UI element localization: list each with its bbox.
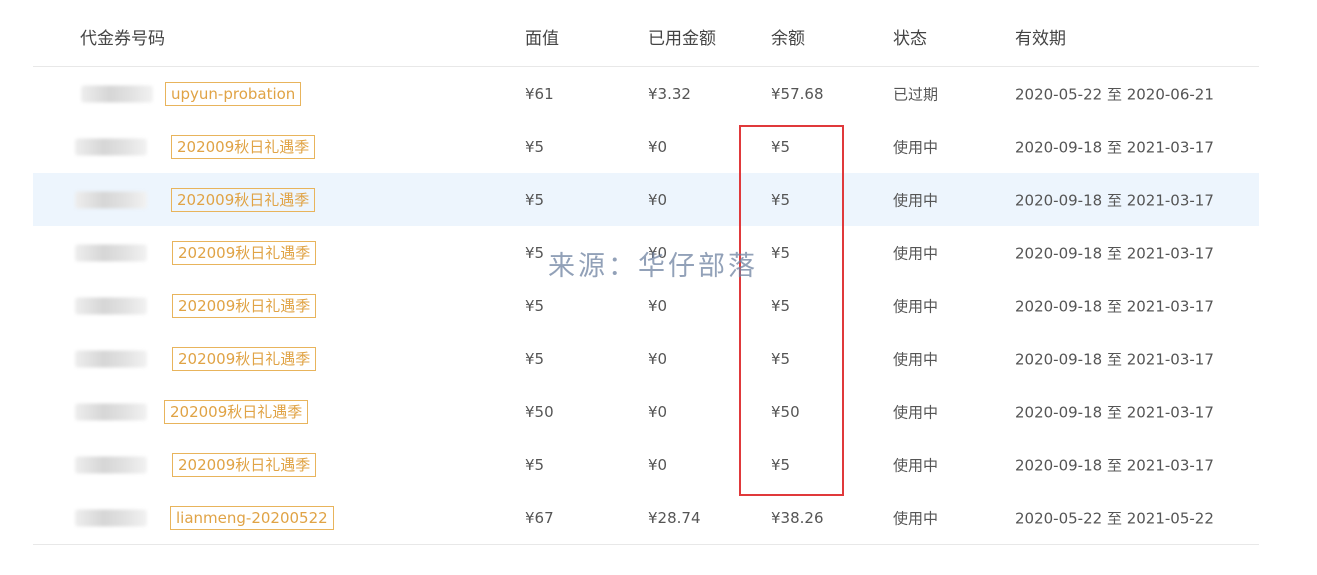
column-header-face-value: 面值 (525, 29, 559, 49)
status-cell: 使用中 (893, 244, 939, 262)
table-row: 202009秋日礼遇季 ¥5 ¥0 ¥5 使用中 2020-09-18 至 2021-03… (33, 332, 1259, 385)
validity-cell: 2020-09-18 至 2021-03-17 (1015, 244, 1214, 262)
face-value-cell: ¥5 (525, 296, 545, 315)
validity-cell: 2020-09-18 至 2021-03-17 (1015, 403, 1214, 421)
face-value-cell: ¥50 (525, 402, 554, 421)
balance-cell: ¥5 (771, 190, 791, 209)
face-value-cell: ¥5 (525, 349, 545, 368)
voucher-code-redacted (75, 456, 147, 473)
status-cell: 已过期 (893, 85, 939, 103)
validity-cell: 2020-09-18 至 2021-03-17 (1015, 456, 1214, 474)
voucher-page: 代金券号码 面值 已用金额 余额 状态 有效期 upyun-probation ¥… (0, 0, 1317, 575)
balance-cell: ¥5 (771, 137, 791, 156)
voucher-code-redacted (81, 85, 153, 102)
balance-cell: ¥50 (771, 402, 800, 421)
voucher-tag: lianmeng-20200522 (170, 505, 334, 530)
voucher-tag: upyun-probation (165, 81, 302, 106)
table-row: 202009秋日礼遇季 ¥5 ¥0 ¥5 使用中 2020-09-18 至 2021-03… (33, 226, 1259, 279)
face-value-cell: ¥5 (525, 137, 545, 156)
used-amount-cell: ¥0 (648, 137, 668, 156)
used-amount-cell: ¥0 (648, 296, 668, 315)
face-value-cell: ¥61 (525, 84, 554, 103)
table-row: upyun-probation ¥61 ¥3.32 ¥57.68 已过期 2020-05-… (33, 67, 1259, 120)
table-header: 代金券号码 面值 已用金额 余额 状态 有效期 (33, 0, 1259, 67)
voucher-code-redacted (75, 191, 147, 208)
voucher-code-redacted (75, 244, 147, 261)
validity-cell: 2020-05-22 至 2020-06-21 (1015, 85, 1214, 103)
voucher-code-redacted (75, 350, 147, 367)
used-amount-cell: ¥3.32 (648, 84, 691, 103)
status-cell: 使用中 (893, 350, 939, 368)
used-amount-cell: ¥0 (648, 455, 668, 474)
column-header-used: 已用金额 (648, 29, 716, 49)
table-row: 202009秋日礼遇季 ¥5 ¥0 ¥5 使用中 2020-09-18 至 2021-03… (33, 279, 1259, 332)
voucher-table: 代金券号码 面值 已用金额 余额 状态 有效期 upyun-probation ¥… (33, 0, 1259, 545)
used-amount-cell: ¥0 (648, 402, 668, 421)
table-row: 202009秋日礼遇季 ¥50 ¥0 ¥50 使用中 2020-09-18 至 2021-… (33, 385, 1259, 438)
voucher-tag: 202009秋日礼遇季 (172, 240, 317, 265)
table-row: lianmeng-20200522 ¥67 ¥28.74 ¥38.26 使用中 2020-… (33, 491, 1259, 545)
used-amount-cell: ¥0 (648, 243, 668, 262)
face-value-cell: ¥67 (525, 508, 554, 527)
balance-cell: ¥38.26 (771, 508, 824, 527)
validity-cell: 2020-09-18 至 2021-03-17 (1015, 191, 1214, 209)
validity-cell: 2020-09-18 至 2021-03-17 (1015, 138, 1214, 156)
balance-cell: ¥5 (771, 455, 791, 474)
voucher-tag: 202009秋日礼遇季 (172, 452, 317, 477)
status-cell: 使用中 (893, 191, 939, 209)
used-amount-cell: ¥28.74 (648, 508, 701, 527)
column-header-balance: 余额 (771, 29, 805, 49)
status-cell: 使用中 (893, 509, 939, 527)
validity-cell: 2020-05-22 至 2021-05-22 (1015, 509, 1214, 527)
column-header-code: 代金券号码 (80, 29, 165, 49)
table-row: 202009秋日礼遇季 ¥5 ¥0 ¥5 使用中 2020-09-18 至 2021-03… (33, 120, 1259, 173)
validity-cell: 2020-09-18 至 2021-03-17 (1015, 297, 1214, 315)
used-amount-cell: ¥0 (648, 349, 668, 368)
status-cell: 使用中 (893, 456, 939, 474)
face-value-cell: ¥5 (525, 243, 545, 262)
status-cell: 使用中 (893, 297, 939, 315)
voucher-tag: 202009秋日礼遇季 (164, 399, 309, 424)
face-value-cell: ¥5 (525, 455, 545, 474)
status-cell: 使用中 (893, 138, 939, 156)
balance-cell: ¥5 (771, 243, 791, 262)
column-header-validity: 有效期 (1015, 29, 1066, 49)
validity-cell: 2020-09-18 至 2021-03-17 (1015, 350, 1214, 368)
voucher-tag: 202009秋日礼遇季 (171, 134, 316, 159)
voucher-code-redacted (75, 509, 147, 526)
voucher-tag: 202009秋日礼遇季 (172, 293, 317, 318)
face-value-cell: ¥5 (525, 190, 545, 209)
voucher-code-redacted (75, 403, 147, 420)
balance-cell: ¥5 (771, 349, 791, 368)
table-row: 202009秋日礼遇季 ¥5 ¥0 ¥5 使用中 2020-09-18 至 2021-03… (33, 438, 1259, 491)
voucher-code-redacted (75, 138, 147, 155)
column-header-status: 状态 (893, 29, 927, 49)
balance-cell: ¥5 (771, 296, 791, 315)
voucher-code-redacted (75, 297, 147, 314)
balance-cell: ¥57.68 (771, 84, 824, 103)
table-body: upyun-probation ¥61 ¥3.32 ¥57.68 已过期 2020-05-… (33, 67, 1259, 545)
table-row: 202009秋日礼遇季 ¥5 ¥0 ¥5 使用中 2020-09-18 至 2021-03… (33, 173, 1259, 226)
voucher-tag: 202009秋日礼遇季 (171, 187, 316, 212)
voucher-tag: 202009秋日礼遇季 (172, 346, 317, 371)
status-cell: 使用中 (893, 403, 939, 421)
used-amount-cell: ¥0 (648, 190, 668, 209)
